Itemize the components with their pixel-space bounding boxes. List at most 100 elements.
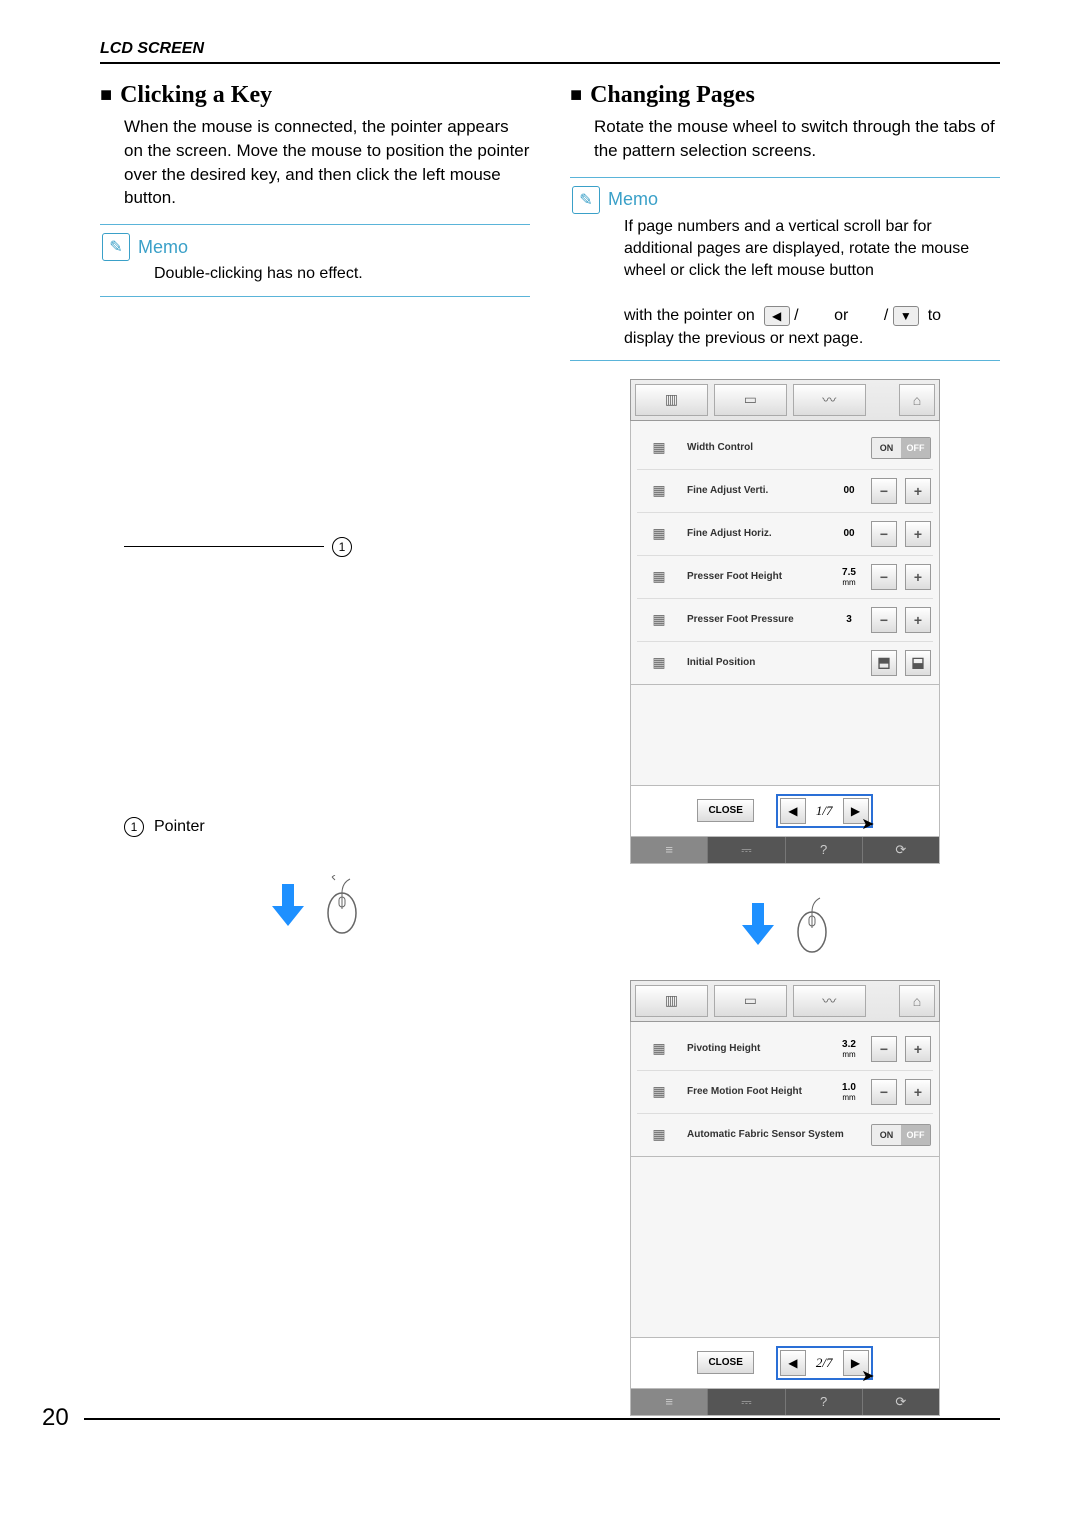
minus-button[interactable]: − [871, 564, 897, 590]
pager-label: 1/7 [808, 803, 841, 819]
setting-row: ▦Pivoting Height3.2mm−+ [637, 1028, 933, 1071]
page-number: 20 [42, 1404, 69, 1432]
setting-value: 1.0mm [835, 1082, 863, 1102]
setting-row: ▦Presser Foot Height7.5mm−+ [637, 556, 933, 599]
tab-3[interactable]: 〰 [793, 985, 866, 1017]
legend-number: 1 [124, 817, 144, 837]
tab-1[interactable]: ▥ [635, 985, 708, 1017]
setting-value: 7.5mm [835, 567, 863, 587]
setting-row: ▦ Fine Adjust Horiz. 00−+ [637, 513, 933, 556]
pager-prev-button[interactable]: ◀ [780, 798, 806, 824]
setting-label: Presser Foot Height [687, 571, 827, 582]
memo-icon: ✎ [572, 186, 600, 214]
minus-button[interactable]: − [871, 1036, 897, 1062]
bullet-icon: ■ [570, 84, 582, 107]
setting-label: Free Motion Foot Height [687, 1086, 827, 1097]
bottom-tab-3[interactable]: ? [786, 1389, 863, 1415]
section-title-changing: ■ Changing Pages [570, 82, 1000, 109]
pager: ◀ 2/7 ▶ ➤ [776, 1346, 873, 1380]
cursor-icon: ➤ [861, 1366, 874, 1386]
plus-button[interactable]: + [905, 564, 931, 590]
toggle[interactable]: ONOFF [871, 1124, 931, 1146]
setting-label: Fine Adjust Horiz. [687, 528, 827, 539]
section-title-text: Changing Pages [590, 82, 755, 109]
legend-text: Pointer [154, 818, 205, 836]
memo-box-right: ✎ Memo If page numbers and a vertical sc… [570, 177, 1000, 361]
lcd-screen-1: ▥ ▭ 〰 ⌂ ▦Width ControlONOFF ▦ Fine Adjust … [630, 379, 940, 864]
pager-prev-button[interactable]: ◀ [780, 1350, 806, 1376]
setting-label: Presser Foot Pressure [687, 614, 827, 625]
setting-value: 00 [835, 485, 863, 496]
position-right-button[interactable]: ⬓ [905, 650, 931, 676]
section-title-clicking: ■ Clicking a Key [100, 82, 530, 109]
setting-icon: ▦ [639, 1122, 679, 1148]
bottom-bar: ≡ ⎓ ? ⟳ [630, 1389, 940, 1416]
bottom-tab-1[interactable]: ≡ [631, 837, 708, 863]
section-body-changing: Rotate the mouse wheel to switch through… [594, 115, 1000, 163]
setting-row: ▦ Automatic Fabric Sensor System ONOFF [637, 1114, 933, 1156]
mouse-illustration-right [570, 894, 1000, 954]
callout-number: 1 [332, 537, 352, 557]
footer-rule [84, 1418, 1000, 1420]
home-button[interactable]: ⌂ [899, 985, 935, 1017]
tab-1[interactable]: ▥ [635, 384, 708, 416]
tab-3[interactable]: 〰 [793, 384, 866, 416]
bottom-tab-4[interactable]: ⟳ [863, 1389, 939, 1415]
memo-box-left: ✎ Memo Double-clicking has no effect. [100, 224, 530, 296]
plus-button[interactable]: + [905, 521, 931, 547]
close-button[interactable]: CLOSE [697, 799, 753, 822]
setting-row: ▦Width ControlONOFF [637, 427, 933, 470]
tab-2[interactable]: ▭ [714, 384, 787, 416]
page-header: LCD SCREEN [100, 40, 1000, 58]
mouse-illustration-left [100, 875, 530, 935]
callout-pointer-line: 1 [124, 537, 530, 557]
setting-row: ▦Presser Foot Pressure3−+ [637, 599, 933, 642]
tab-2[interactable]: ▭ [714, 985, 787, 1017]
setting-value: 00 [835, 528, 863, 539]
bottom-tab-2[interactable]: ⎓ [708, 1389, 785, 1415]
setting-icon: ▦ [639, 1079, 679, 1105]
section-title-text: Clicking a Key [120, 82, 272, 109]
memo-text-1: If page numbers and a vertical scroll ba… [624, 216, 998, 350]
home-button[interactable]: ⌂ [899, 384, 935, 416]
lcd-screen-2: ▥ ▭ 〰 ⌂ ▦Pivoting Height3.2mm−+▦Free Mot… [630, 980, 940, 1416]
position-left-button[interactable]: ⬒ [871, 650, 897, 676]
header-rule [100, 62, 1000, 64]
minus-button[interactable]: − [871, 521, 897, 547]
minus-button[interactable]: − [871, 1079, 897, 1105]
bottom-tab-2[interactable]: ⎓ [708, 837, 785, 863]
bottom-tab-4[interactable]: ⟳ [863, 837, 939, 863]
plus-button[interactable]: + [905, 607, 931, 633]
minus-button[interactable]: − [871, 478, 897, 504]
setting-row: ▦ Free Motion Foot Height 1.0mm−+ [637, 1071, 933, 1114]
pager: ◀ 1/7 ▶ ➤ [776, 794, 873, 828]
setting-label: Automatic Fabric Sensor System [687, 1129, 863, 1140]
setting-label: Initial Position [687, 657, 863, 668]
cursor-icon: ➤ [861, 814, 874, 834]
plus-button[interactable]: + [905, 478, 931, 504]
pager-label: 2/7 [808, 1355, 841, 1371]
bottom-bar: ≡ ⎓ ? ⟳ [630, 837, 940, 864]
setting-value: 3 [835, 614, 863, 625]
section-body-clicking: When the mouse is connected, the pointer… [124, 115, 530, 210]
toggle[interactable]: ONOFF [871, 437, 931, 459]
memo-icon: ✎ [102, 233, 130, 261]
memo-text: Double-clicking has no effect. [154, 263, 528, 285]
setting-icon: ▦ [639, 1036, 679, 1062]
setting-row: ▦Initial Position⬒⬓ [637, 642, 933, 684]
plus-button[interactable]: + [905, 1079, 931, 1105]
setting-label: Fine Adjust Verti. [687, 485, 827, 496]
down-arrow-icon [738, 901, 778, 947]
prev-icon: ◀ [764, 306, 790, 326]
minus-button[interactable]: − [871, 607, 897, 633]
setting-label: Pivoting Height [687, 1043, 827, 1054]
bottom-tab-3[interactable]: ? [786, 837, 863, 863]
plus-button[interactable]: + [905, 1036, 931, 1062]
bottom-tab-1[interactable]: ≡ [631, 1389, 708, 1415]
setting-icon: ▦ [639, 478, 679, 504]
down-arrow-icon [268, 882, 308, 928]
memo-label: Memo [608, 189, 658, 210]
setting-icon: ▦ [639, 521, 679, 547]
close-button[interactable]: CLOSE [697, 1351, 753, 1374]
bullet-icon: ■ [100, 84, 112, 107]
